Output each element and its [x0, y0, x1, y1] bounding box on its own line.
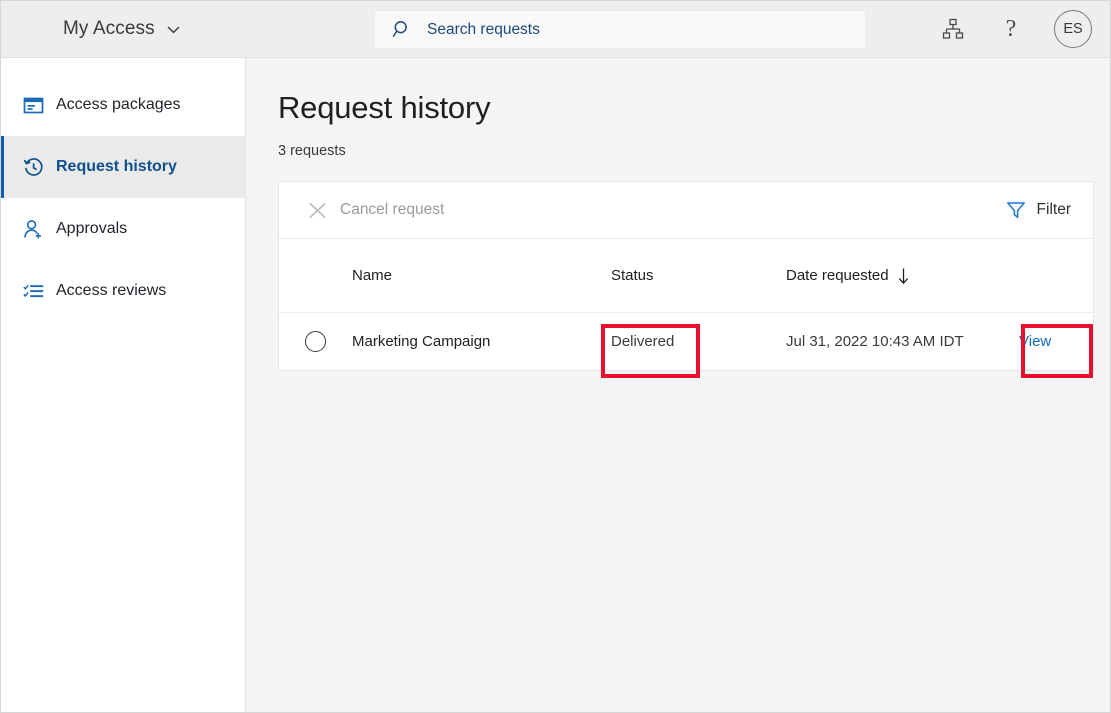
funnel-icon — [1006, 200, 1026, 220]
cancel-request-button[interactable]: Cancel request — [307, 200, 444, 221]
chevron-down-icon — [165, 21, 182, 38]
cancel-request-label: Cancel request — [340, 201, 444, 219]
sidebar-navigation: Access packages Request history — [1, 58, 246, 712]
column-header-status-label: Status — [611, 267, 786, 284]
sidebar-item-request-history[interactable]: Request history — [1, 136, 245, 198]
search-input-value: Search requests — [427, 21, 540, 39]
request-count: 3 requests — [278, 143, 1092, 159]
sidebar-item-access-reviews[interactable]: Access reviews — [1, 260, 245, 322]
person-add-icon — [22, 218, 44, 240]
column-header-status[interactable]: Status — [611, 267, 786, 284]
question-mark-icon[interactable]: ? — [996, 14, 1026, 44]
main-content: Request history 3 requests Cancel reques… — [246, 58, 1110, 712]
avatar-initials: ES — [1063, 21, 1082, 37]
date-requested: Jul 31, 2022 10:43 AM IDT — [786, 333, 964, 350]
sidebar-item-label: Request history — [56, 158, 177, 176]
help-glyph: ? — [1006, 17, 1017, 41]
page-title: Request history — [278, 86, 1092, 126]
brand-menu-button[interactable]: My Access — [63, 18, 182, 40]
row-cell-name: Marketing Campaign — [352, 333, 611, 351]
sidebar-item-label: Approvals — [56, 220, 127, 238]
close-x-icon — [307, 200, 328, 221]
row-cell-status: Delivered — [611, 333, 786, 351]
search-input[interactable]: Search requests — [374, 10, 866, 49]
requests-card: Cancel request Filter — [278, 181, 1094, 371]
sidebar-item-label: Access packages — [56, 96, 181, 114]
column-header-date-label: Date requested — [786, 267, 889, 284]
avatar[interactable]: ES — [1054, 10, 1092, 48]
table-header-row: Name Status Date requested — [279, 239, 1093, 313]
row-cell-date: Jul 31, 2022 10:43 AM IDT — [786, 333, 1019, 351]
row-radio-button[interactable] — [305, 331, 326, 352]
app-body: Access packages Request history — [1, 58, 1110, 712]
status-badge: Delivered — [611, 333, 674, 350]
sidebar-item-label: Access reviews — [56, 282, 166, 300]
command-bar: Cancel request Filter — [279, 182, 1093, 239]
history-clock-icon — [22, 156, 44, 178]
column-header-name[interactable]: Name — [352, 267, 611, 284]
checklist-icon — [22, 280, 44, 302]
row-cell-action: View — [1019, 333, 1093, 350]
column-header-name-label: Name — [352, 267, 611, 284]
access-package-icon — [22, 94, 44, 116]
sidebar-item-access-packages[interactable]: Access packages — [1, 74, 245, 136]
search-icon — [392, 19, 413, 40]
my-access-app-window: My Access Search requests — [0, 0, 1111, 713]
header-actions: ? ES — [938, 1, 1094, 57]
column-header-date-requested[interactable]: Date requested — [786, 267, 1019, 285]
filter-button[interactable]: Filter — [1006, 200, 1071, 220]
org-hierarchy-icon[interactable] — [938, 14, 968, 44]
view-link[interactable]: View — [1019, 333, 1051, 350]
brand-title: My Access — [63, 18, 155, 40]
request-name: Marketing Campaign — [352, 333, 490, 350]
filter-label: Filter — [1037, 201, 1071, 219]
sidebar-item-approvals[interactable]: Approvals — [1, 198, 245, 260]
table-row[interactable]: Marketing Campaign Delivered Jul 31, 202… — [279, 313, 1093, 370]
top-header-bar: My Access Search requests — [1, 1, 1110, 58]
row-select-cell — [279, 331, 352, 352]
arrow-down-icon — [896, 267, 911, 285]
